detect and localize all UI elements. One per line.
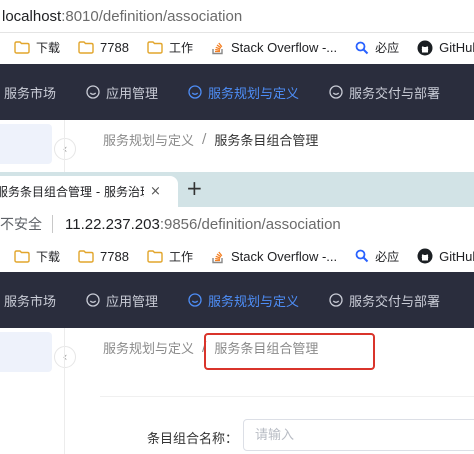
smile-icon xyxy=(329,293,343,307)
url-text-bottom[interactable]: 11.22.237.203:9856/definition/associatio… xyxy=(65,216,341,233)
nav-item-app-management[interactable]: 应用管理 xyxy=(86,83,158,102)
bookmark-downloads[interactable]: 下载 xyxy=(14,39,60,56)
bookmarks-bar-bottom: 下载 7788 工作 Stack Overflow -... 必应 GitHub xyxy=(0,241,474,271)
address-bar-top[interactable]: localhost:8010/definition/association xyxy=(0,0,474,32)
nav-item-service-delivery[interactable]: 服务交付与部署 xyxy=(329,291,440,310)
smile-icon xyxy=(329,85,343,99)
sidebar-menu-stub[interactable] xyxy=(0,332,52,372)
top-nav-bar-top: 服务市场 应用管理 服务规划与定义 服务交付与部署 xyxy=(0,64,474,120)
bookmark-stackoverflow[interactable]: Stack Overflow -... xyxy=(211,40,337,55)
content-divider xyxy=(64,328,65,454)
tab-close-icon[interactable]: × xyxy=(150,184,161,199)
github-icon xyxy=(417,40,433,55)
folder-icon xyxy=(78,41,94,54)
bookmark-bing[interactable]: 必应 xyxy=(355,248,399,265)
stackoverflow-icon xyxy=(212,251,223,263)
nav-item-service-market[interactable]: 服务市场 xyxy=(4,291,56,310)
smile-icon xyxy=(188,85,202,99)
nav-item-service-market[interactable]: 服务市场 xyxy=(4,83,56,102)
nav-item-service-planning[interactable]: 服务规划与定义 xyxy=(188,291,299,310)
folder-icon xyxy=(78,249,94,263)
bookmark-github[interactable]: GitHub xyxy=(417,40,474,56)
sidebar-menu-stub[interactable] xyxy=(0,124,52,164)
highlight-box xyxy=(204,333,375,370)
smile-icon xyxy=(86,85,100,99)
smile-icon xyxy=(188,293,202,307)
folder-icon xyxy=(147,41,163,54)
bookmark-downloads[interactable]: 下载 xyxy=(14,248,60,265)
search-icon xyxy=(355,41,369,54)
address-separator xyxy=(52,215,53,233)
breadcrumb: 服务规划与定义 / 服务条目组合管理 xyxy=(103,130,319,149)
address-bar-bottom[interactable]: 不安全 11.22.237.203:9856/definition/associ… xyxy=(0,207,474,241)
folder-icon xyxy=(147,249,163,263)
top-nav-bar-bottom: 服务市场 应用管理 服务规划与定义 服务交付与部署 xyxy=(0,272,474,328)
bookmark-7788[interactable]: 7788 xyxy=(78,249,129,264)
bookmark-work[interactable]: 工作 xyxy=(147,248,193,265)
bookmark-stackoverflow[interactable]: Stack Overflow -... xyxy=(211,249,337,264)
breadcrumb-parent[interactable]: 服务规划与定义 xyxy=(103,130,194,149)
search-icon xyxy=(355,249,369,263)
folder-icon xyxy=(14,41,30,54)
sidebar-collapse-button[interactable]: ‹ xyxy=(54,138,76,160)
smile-icon xyxy=(86,293,100,307)
nav-item-service-delivery[interactable]: 服务交付与部署 xyxy=(329,83,440,102)
nav-item-service-planning[interactable]: 服务规划与定义 xyxy=(188,83,299,102)
browser-tab-active[interactable]: 服务条目组合管理 - 服务治理中心 × xyxy=(0,176,178,207)
nav-item-app-management[interactable]: 应用管理 xyxy=(86,291,158,310)
tab-title: 服务条目组合管理 - 服务治理中心 xyxy=(0,185,144,199)
security-indicator[interactable]: 不安全 xyxy=(0,214,42,234)
sidebar-collapse-button[interactable]: ‹ xyxy=(54,346,76,368)
new-tab-button[interactable]: + xyxy=(186,178,204,198)
bookmark-work[interactable]: 工作 xyxy=(147,39,193,56)
form-divider xyxy=(100,396,474,397)
bookmarks-bar-top: 下载 7788 工作 Stack Overflow -... 必应 GitHub xyxy=(0,32,474,62)
breadcrumb-parent[interactable]: 服务规划与定义 xyxy=(103,338,194,357)
url-text-top[interactable]: localhost:8010/definition/association xyxy=(2,8,242,25)
folder-icon xyxy=(14,249,30,263)
stackoverflow-icon xyxy=(212,42,223,55)
combination-name-label: 条目组合名称： xyxy=(147,432,239,447)
bookmark-github[interactable]: GitHub xyxy=(417,248,474,264)
combination-name-input[interactable] xyxy=(243,419,474,451)
breadcrumb-current: 服务条目组合管理 xyxy=(214,134,319,149)
content-divider xyxy=(64,120,65,172)
github-icon xyxy=(417,248,433,264)
bookmark-bing[interactable]: 必应 xyxy=(355,39,399,56)
bookmark-7788[interactable]: 7788 xyxy=(78,40,129,55)
